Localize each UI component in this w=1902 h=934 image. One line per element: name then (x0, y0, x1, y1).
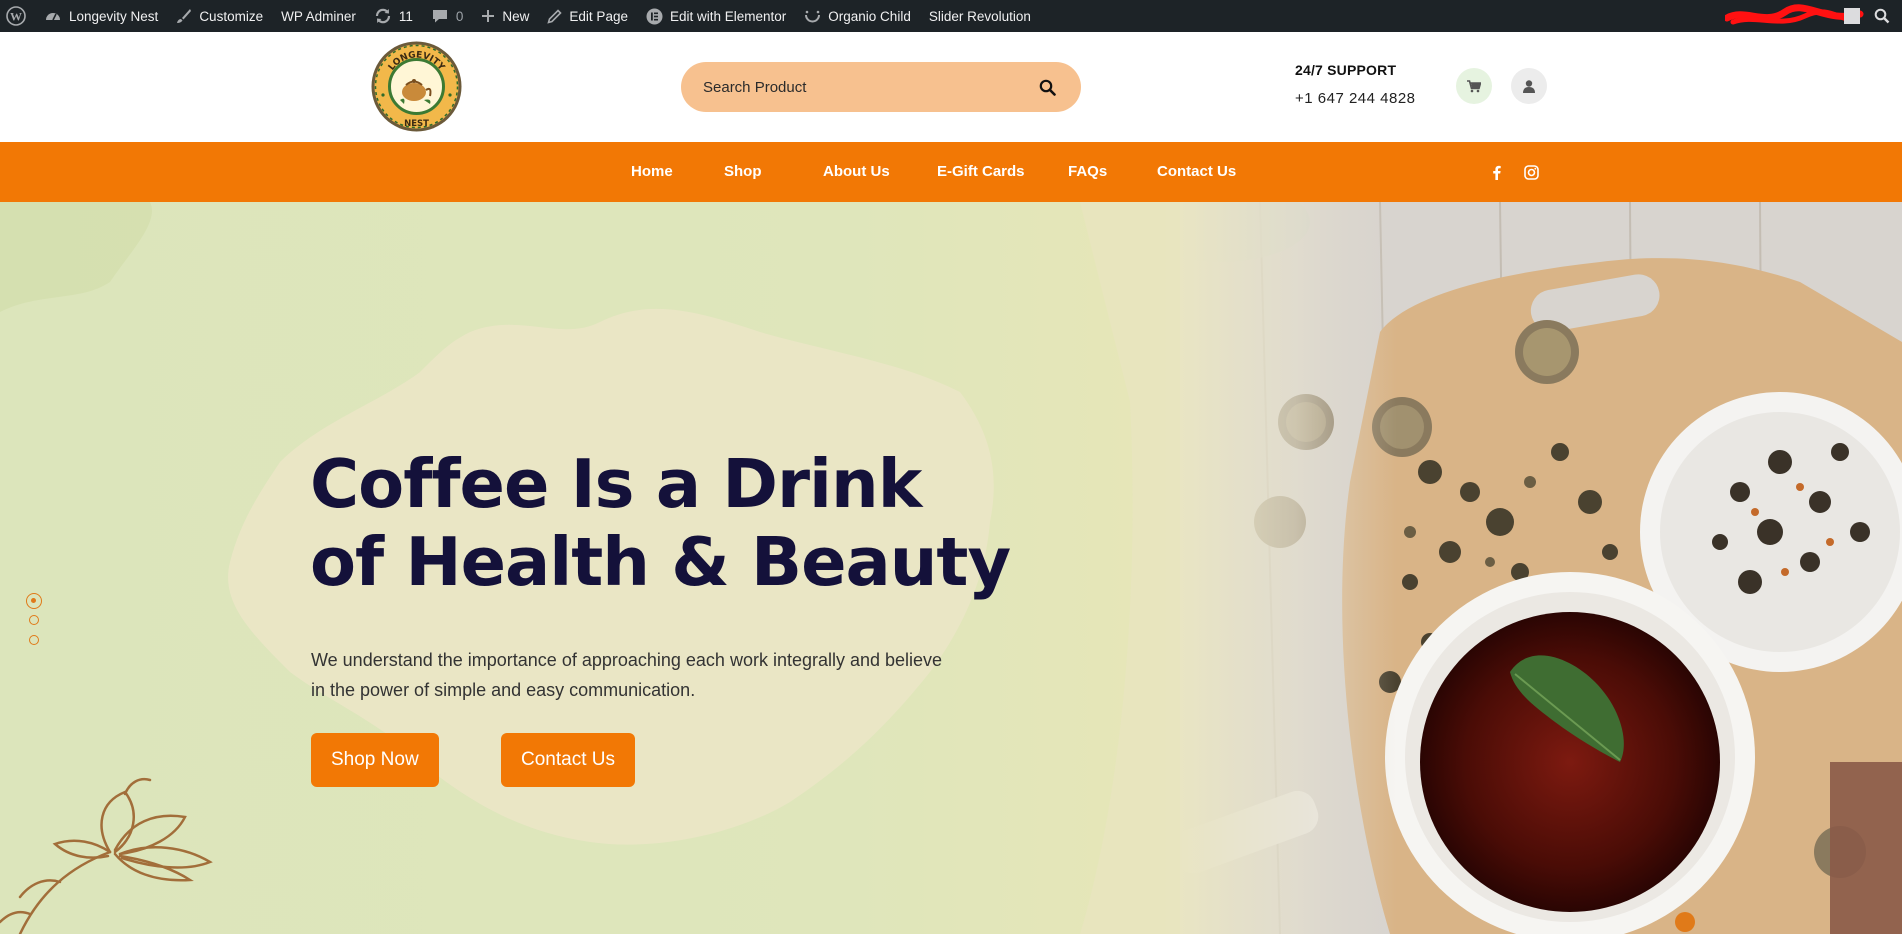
search-icon (1874, 8, 1890, 24)
edit-elementor-label: Edit with Elementor (669, 8, 787, 24)
account-button[interactable] (1511, 68, 1547, 104)
edit-with-elementor-link[interactable]: Edit with Elementor (637, 0, 795, 32)
slide-dot-2[interactable] (29, 615, 39, 625)
admin-bar-search[interactable] (1868, 0, 1902, 32)
nav-home[interactable]: Home (631, 142, 673, 202)
refresh-icon (375, 8, 390, 24)
organio-child-label: Organio Child (828, 8, 911, 24)
support-phone[interactable]: +1 647 244 4828 (1295, 90, 1416, 107)
organio-child-link[interactable]: Organio Child (795, 0, 920, 32)
shop-now-button[interactable]: Shop Now (311, 733, 439, 787)
nav-faqs[interactable]: FAQs (1068, 142, 1107, 202)
hero-title-line-2: of Health & Beauty (310, 523, 1011, 601)
site-name-link[interactable]: Longevity Nest (35, 0, 167, 32)
updates-count: 11 (398, 8, 413, 24)
nav-shop[interactable]: Shop (724, 142, 762, 202)
site-logo[interactable]: LONGEVITY NEST (370, 40, 463, 133)
my-account-avatar[interactable] (1836, 0, 1868, 32)
customize-link[interactable]: Customize (167, 0, 272, 32)
wp-adminer-link[interactable]: WP Adminer (272, 0, 365, 32)
search-icon (1039, 79, 1056, 96)
site-name-label: Longevity Nest (69, 8, 159, 24)
edit-page-label: Edit Page (569, 8, 628, 24)
customize-label: Customize (199, 8, 264, 24)
instagram-link[interactable] (1521, 162, 1541, 182)
search-button[interactable] (1035, 75, 1059, 99)
contact-us-button[interactable]: Contact Us (501, 733, 635, 787)
slide-dot-1-active[interactable] (26, 593, 42, 609)
elementor-icon (646, 8, 663, 24)
nav-about-us[interactable]: About Us (823, 142, 890, 202)
tea-photo (1180, 202, 1902, 934)
nav-e-gift-cards[interactable]: E-Gift Cards (937, 142, 1025, 202)
site-header: LONGEVITY NEST 24/7 SUPPORT +1 647 244 4… (0, 32, 1902, 142)
updates-link[interactable]: 11 (365, 0, 422, 32)
hero-title: Coffee Is a Drink of Health & Beauty (310, 445, 1011, 601)
wp-adminer-label: WP Adminer (281, 8, 356, 24)
hero-description-line-1: We understand the importance of approach… (311, 650, 943, 670)
new-label: New (502, 8, 530, 24)
comment-icon (432, 10, 447, 23)
plus-icon (482, 10, 495, 22)
instagram-icon (1523, 164, 1539, 180)
cart-button[interactable] (1456, 68, 1492, 104)
hero-description-line-2: in the power of simple and easy communic… (311, 680, 696, 700)
hero-slider: Coffee Is a Drink of Health & Beauty We … (0, 202, 1902, 934)
slider-revolution-link[interactable]: Slider Revolution (920, 0, 1040, 32)
dashboard-icon (46, 13, 60, 21)
flower-decoration (0, 777, 213, 934)
theme-icon (805, 10, 821, 22)
product-search-form (681, 62, 1081, 112)
support-title: 24/7 SUPPORT (1295, 62, 1397, 78)
user-icon (1523, 79, 1535, 93)
svg-text:W: W (10, 10, 22, 24)
hero-title-line-1: Coffee Is a Drink (310, 445, 922, 523)
wordpress-icon: W (6, 6, 26, 26)
slide-dot-3[interactable] (29, 635, 39, 645)
edit-page-link[interactable]: Edit Page (538, 0, 637, 32)
wp-admin-bar: W Longevity Nest Customize WP Adminer 11… (0, 0, 1902, 32)
hero-description: We understand the importance of approach… (311, 645, 971, 705)
comments-link[interactable]: 0 (422, 0, 473, 32)
cart-icon (1467, 79, 1481, 92)
brush-icon (177, 9, 192, 23)
wordpress-logo-button[interactable]: W (0, 0, 35, 32)
facebook-icon (1492, 165, 1501, 180)
comments-count: 0 (455, 8, 464, 24)
main-navigation: Home Shop About Us E-Gift Cards FAQs Con… (0, 142, 1902, 202)
new-content-link[interactable]: New (472, 0, 538, 32)
slider-revolution-label: Slider Revolution (928, 8, 1031, 24)
search-input[interactable] (703, 78, 1035, 96)
support-info: 24/7 SUPPORT +1 647 244 4828 (1295, 62, 1416, 107)
pencil-icon (547, 8, 563, 24)
nav-contact-us[interactable]: Contact Us (1157, 142, 1236, 202)
facebook-link[interactable] (1486, 162, 1506, 182)
logo-text-bottom: NEST (404, 119, 429, 129)
avatar (1844, 8, 1860, 24)
